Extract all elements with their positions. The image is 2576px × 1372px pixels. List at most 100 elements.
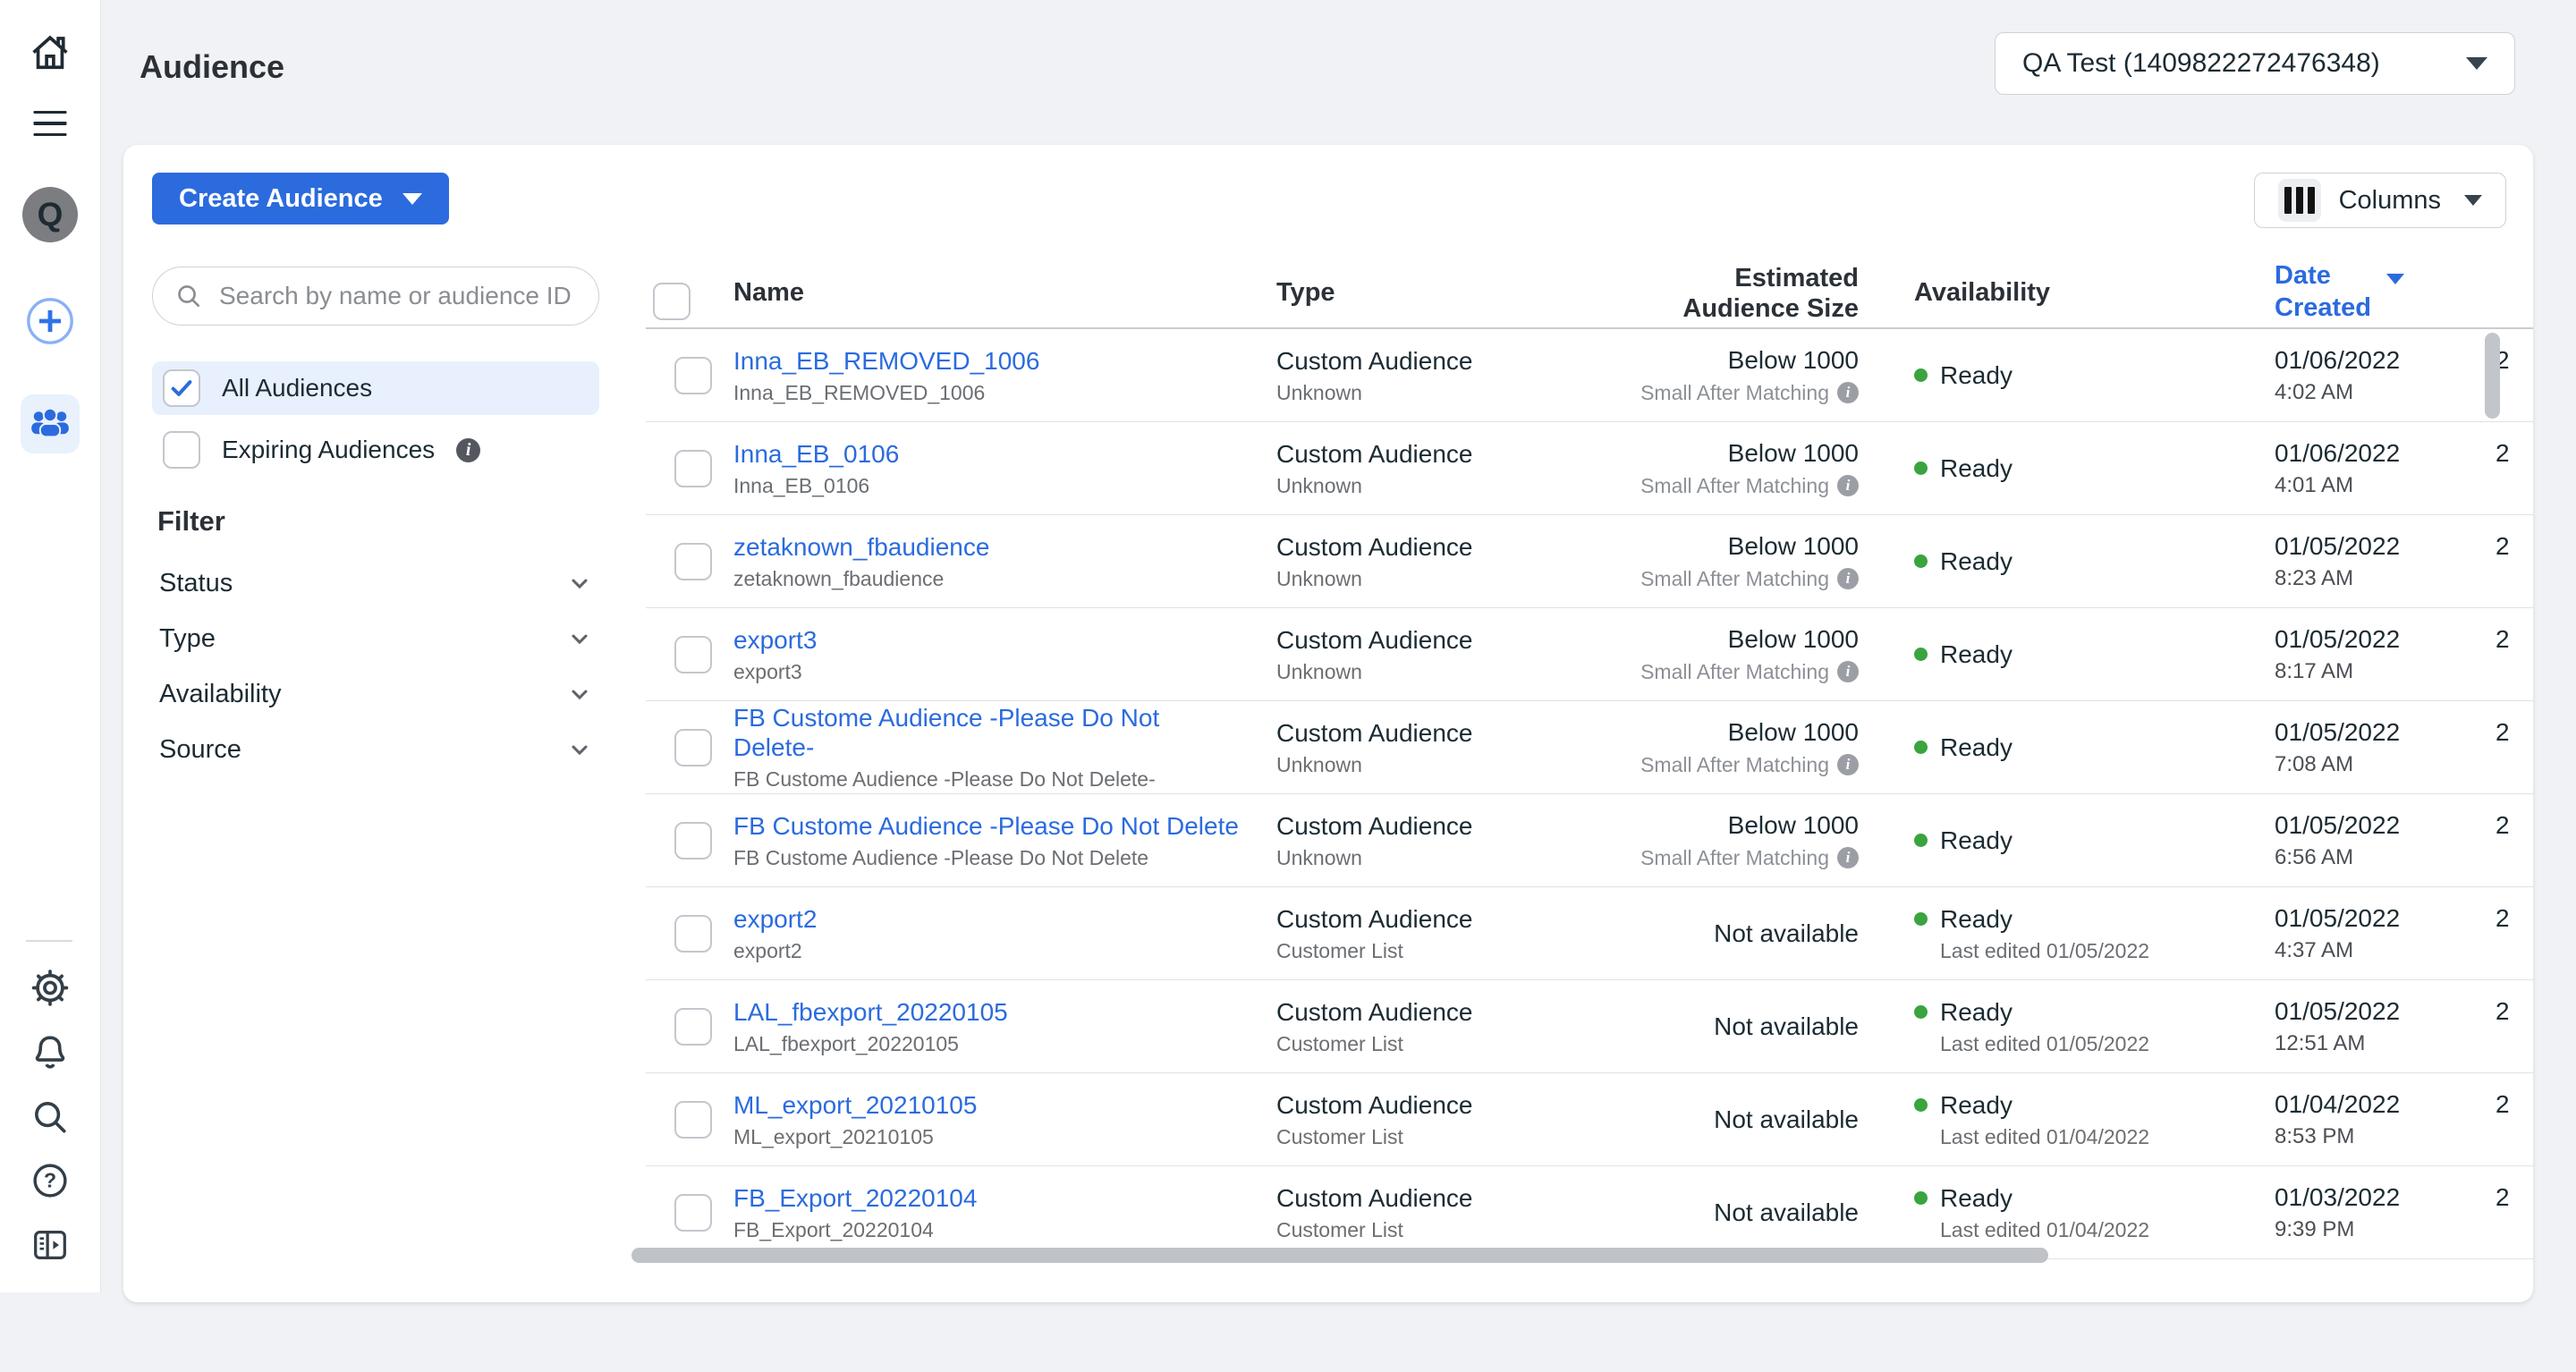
column-header-estimated-size[interactable]: Estimated Audience Size [1603,259,1859,331]
availability-status: Ready [1940,997,2012,1027]
clipped-id: 2 [2431,1089,2533,1119]
create-plus-icon[interactable] [24,295,76,347]
audience-type-detail: Unknown [1276,752,1603,777]
clipped-id: 2 [2431,345,2533,375]
availability-note: Last edited 01/04/2022 [1914,1124,2216,1149]
vertical-scrollbar[interactable] [2485,333,2500,419]
time-created: 4:01 AM [2275,473,2431,498]
audience-type-detail: Unknown [1276,845,1603,870]
audience-name-link[interactable]: zetaknown_fbaudience [733,532,1239,562]
audiences-people-icon[interactable] [21,394,80,453]
estimated-size: Below 1000 [1728,624,1859,654]
all-audiences-checkbox[interactable] [163,369,200,407]
row-checkbox[interactable] [674,1194,712,1232]
select-all-checkbox[interactable] [653,283,691,320]
column-header-date-created[interactable]: Date Created [2216,259,2431,331]
row-checkbox[interactable] [674,1101,712,1139]
row-checkbox[interactable] [674,822,712,860]
settings-gear-icon[interactable] [30,967,72,1009]
info-icon[interactable]: i [1837,568,1859,589]
audience-subtitle: FB Custome Audience -Please Do Not Delet… [733,766,1241,792]
row-checkbox[interactable] [674,357,712,394]
create-audience-button[interactable]: Create Audience [152,173,449,224]
audience-type: Custom Audience [1276,532,1603,562]
account-selector[interactable]: QA Test (1409822272476348) [1995,32,2515,95]
availability-status: Ready [1940,1183,2012,1213]
date-created: 01/04/2022 [2275,1089,2431,1119]
info-icon[interactable]: i [456,438,480,462]
q-logo[interactable]: Q [22,187,78,242]
audience-name-link[interactable]: FB_Export_20220104 [733,1183,1239,1213]
row-checkbox[interactable] [674,729,712,766]
audience-type-detail: Unknown [1276,380,1603,405]
size-note: Small After Matching i [1640,380,1859,405]
info-icon[interactable]: i [1837,754,1859,775]
audience-type-detail: Unknown [1276,659,1603,684]
search-icon [174,282,203,310]
column-header-type[interactable]: Type [1276,259,1603,331]
filter-item-status[interactable]: Status [152,555,599,611]
table-row: Inna_EB_REMOVED_1006 Inna_EB_REMOVED_100… [646,329,2533,422]
table-row: FB_Export_20220104 FB_Export_20220104 Cu… [646,1166,2533,1259]
row-checkbox[interactable] [674,915,712,953]
audience-subtitle: FB_Export_20220104 [733,1217,1241,1242]
columns-icon [2278,179,2321,222]
global-sidebar: Q [0,0,101,1292]
clipped-id: 2 [2431,717,2533,747]
estimated-size: Not available [1714,919,1859,948]
audience-subtitle: LAL_fbexport_20220105 [733,1031,1241,1056]
info-icon[interactable]: i [1837,847,1859,868]
time-created: 9:39 PM [2275,1217,2431,1242]
search-icon[interactable] [30,1097,71,1138]
audiences-card: Create Audience Columns All Audiences Ex… [123,145,2533,1302]
clipped-id: 2 [2431,810,2533,840]
audience-name-link[interactable]: FB Custome Audience -Please Do Not Delet… [733,811,1239,841]
search-input[interactable] [217,281,577,311]
column-header-name[interactable]: Name [733,259,1276,331]
row-checkbox[interactable] [674,636,712,673]
audience-name-link[interactable]: export3 [733,625,1239,655]
table-body: Inna_EB_REMOVED_1006 Inna_EB_REMOVED_100… [646,329,2533,1259]
column-header-availability[interactable]: Availability [1859,259,2216,331]
expiring-audiences-checkbox[interactable] [163,431,200,469]
status-dot-green [1914,462,1928,475]
audience-name-link[interactable]: LAL_fbexport_20220105 [733,997,1239,1027]
audience-subtitle: Inna_EB_REMOVED_1006 [733,380,1241,405]
collapse-panel-icon[interactable] [30,1224,71,1266]
notifications-bell-icon[interactable] [30,1032,71,1073]
svg-text:?: ? [44,1168,56,1191]
audience-name-link[interactable]: Inna_EB_REMOVED_1006 [733,346,1239,376]
row-checkbox[interactable] [674,450,712,487]
status-dot-green [1914,912,1928,926]
row-checkbox[interactable] [674,543,712,580]
audience-name-link[interactable]: export2 [733,904,1239,934]
audience-search[interactable] [152,267,599,326]
all-audiences-option[interactable]: All Audiences [152,361,599,415]
info-icon[interactable]: i [1837,661,1859,682]
table-row: FB Custome Audience -Please Do Not Delet… [646,701,2533,794]
date-created: 01/03/2022 [2275,1182,2431,1212]
columns-button[interactable]: Columns [2254,173,2506,228]
expiring-audiences-option[interactable]: Expiring Audiences i [152,423,599,477]
audience-type: Custom Audience [1276,346,1603,376]
time-created: 6:56 AM [2275,845,2431,870]
audience-name-link[interactable]: ML_export_20210105 [733,1090,1239,1120]
audience-type: Custom Audience [1276,1090,1603,1120]
menu-icon[interactable] [34,111,67,136]
size-note: Small After Matching i [1640,659,1859,684]
audience-name-link[interactable]: FB Custome Audience -Please Do Not Delet… [733,703,1239,762]
availability-status: Ready [1940,639,2012,669]
info-icon[interactable]: i [1837,475,1859,496]
audience-type-detail: Customer List [1276,1031,1603,1056]
help-icon[interactable]: ? [30,1160,71,1201]
filter-item-availability[interactable]: Availability [152,666,599,722]
audience-name-link[interactable]: Inna_EB_0106 [733,439,1239,469]
filter-item-type[interactable]: Type [152,611,599,666]
row-checkbox[interactable] [674,1008,712,1046]
audience-type: Custom Audience [1276,718,1603,748]
home-icon[interactable] [27,30,73,76]
filter-item-source[interactable]: Source [152,722,599,777]
date-created: 01/05/2022 [2275,810,2431,840]
info-icon[interactable]: i [1837,382,1859,403]
horizontal-scrollbar[interactable] [631,1248,2048,1263]
